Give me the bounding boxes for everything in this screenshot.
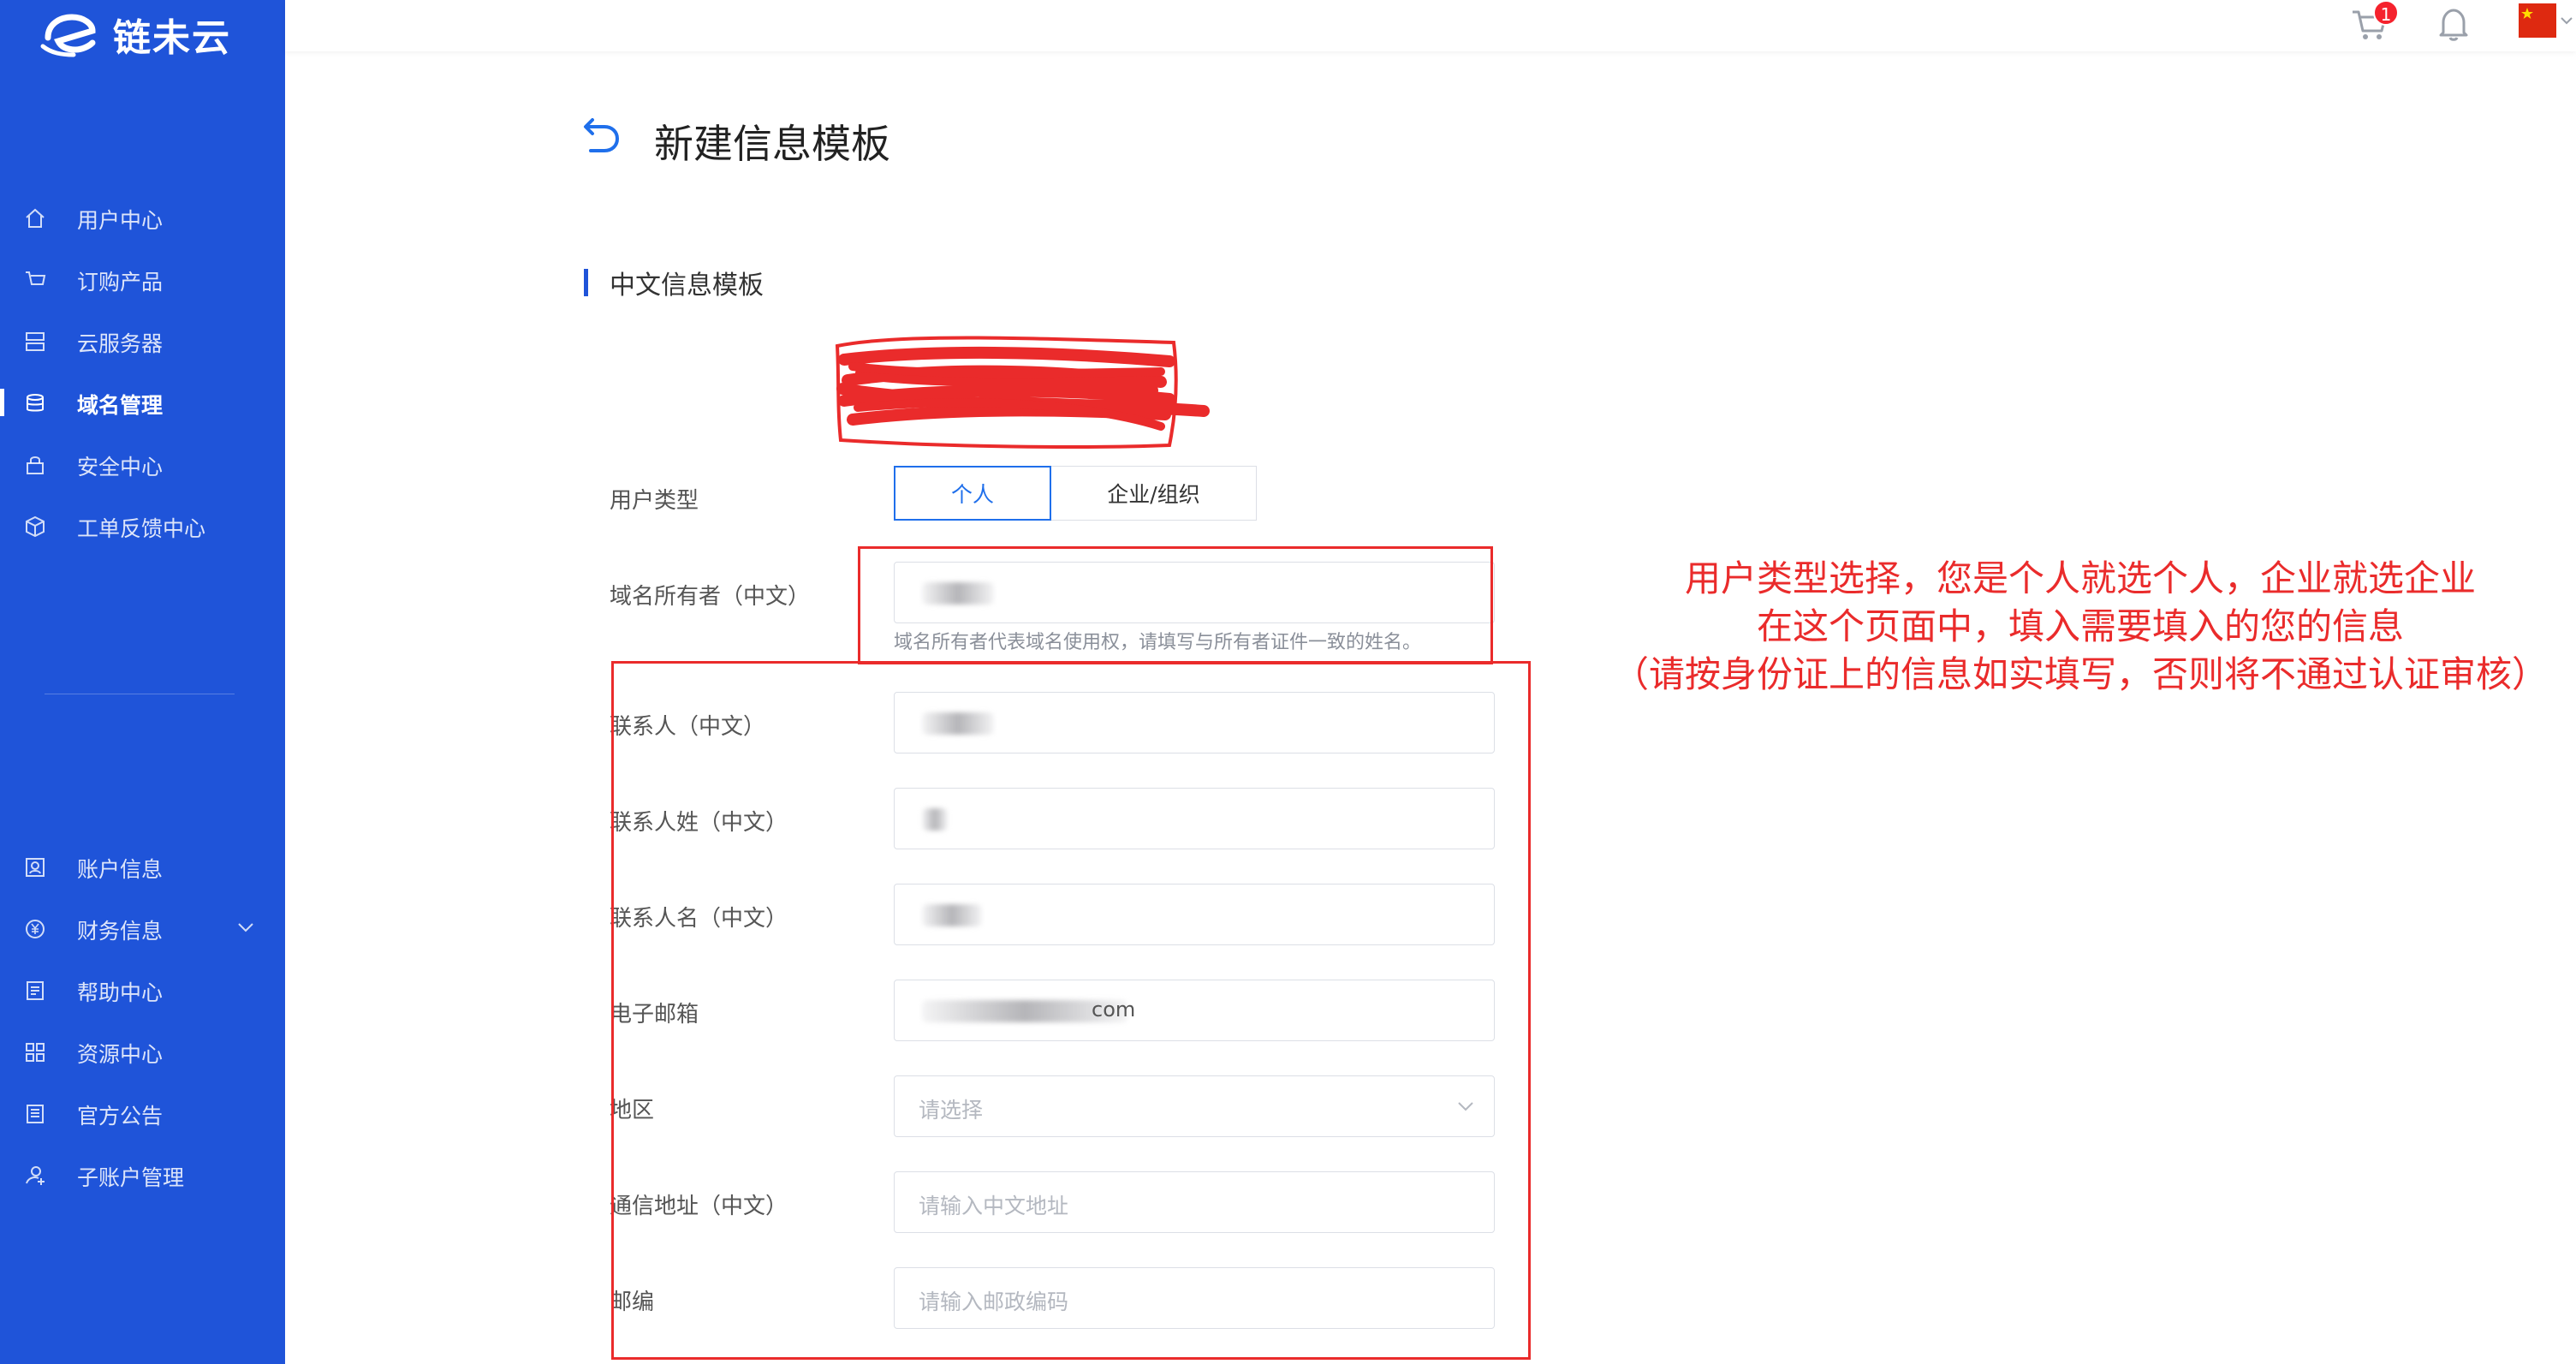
sidebar-item-account-info[interactable]: 账户信息 bbox=[0, 841, 285, 892]
user-type-label: 用户类型 bbox=[610, 488, 699, 514]
sidebar-item-user-center[interactable]: 用户中心 bbox=[0, 192, 285, 243]
active-indicator bbox=[0, 389, 4, 416]
database-icon bbox=[24, 392, 46, 414]
sidebar-item-label: 资源中心 bbox=[77, 1042, 164, 1067]
bell-icon[interactable] bbox=[2436, 5, 2471, 43]
grid-icon bbox=[24, 1041, 46, 1063]
annotation-line: 在这个页面中，填入需要填入的您的信息 bbox=[1756, 605, 2404, 647]
top-bar bbox=[285, 0, 2576, 51]
sidebar-item-label: 财务信息 bbox=[77, 919, 164, 944]
home-icon bbox=[24, 207, 46, 229]
annotation-line: （请按身份证上的信息如实填写，否则将不通过认证审核） bbox=[1612, 653, 2548, 695]
section-title: 中文信息模板 bbox=[610, 271, 764, 301]
document-icon bbox=[24, 980, 46, 1002]
sidebar-item-label: 帮助中心 bbox=[77, 980, 164, 1005]
sidebar-item-domain-management[interactable]: 域名管理 bbox=[0, 377, 285, 428]
logo-mark-icon bbox=[40, 14, 96, 57]
brand-name: 链未云 bbox=[113, 16, 231, 60]
instruction-annotation: 用户类型选择，您是个人就选个人，企业就选企业 在这个页面中，填入需要填入的您的信… bbox=[1609, 555, 2551, 699]
sidebar-item-finance-info[interactable]: 财务信息 bbox=[0, 902, 285, 954]
user-type-personal-option[interactable]: 个人 bbox=[894, 466, 1051, 521]
page-title: 新建信息模板 bbox=[654, 121, 890, 167]
sidebar-item-label: 工单反馈中心 bbox=[77, 516, 206, 541]
yuan-icon bbox=[24, 918, 46, 940]
server-icon bbox=[24, 331, 46, 353]
sidebar-item-help-center[interactable]: 帮助中心 bbox=[0, 964, 285, 1016]
sidebar-item-label: 安全中心 bbox=[77, 455, 164, 479]
sidebar-item-label: 订购产品 bbox=[77, 270, 164, 295]
sidebar-item-label: 用户中心 bbox=[77, 208, 164, 233]
sidebar-item-resource-center[interactable]: 资源中心 bbox=[0, 1026, 285, 1077]
sidebar-item-label: 子账户管理 bbox=[77, 1165, 185, 1190]
owner-label: 域名所有者（中文） bbox=[610, 584, 811, 610]
sub-account-icon bbox=[24, 1164, 46, 1187]
section-indicator bbox=[584, 269, 588, 296]
sidebar-item-label: 账户信息 bbox=[77, 857, 164, 882]
cart-count-badge: 1 bbox=[2373, 0, 2399, 26]
cube-icon bbox=[24, 515, 46, 538]
sidebar-item-label: 域名管理 bbox=[77, 393, 164, 418]
notice-icon bbox=[24, 1103, 46, 1125]
sidebar-item-ticket-center[interactable]: 工单反馈中心 bbox=[0, 500, 285, 551]
sidebar-item-official-notice[interactable]: 官方公告 bbox=[0, 1087, 285, 1139]
sidebar-item-label: 云服务器 bbox=[77, 331, 164, 356]
user-type-selector: 个人 企业/组织 bbox=[894, 466, 1257, 521]
sidebar: 链未云 用户中心 订购产品 云服务器 域名管理 安全中心 工单反馈中心 账户信息… bbox=[0, 0, 285, 1364]
sidebar-item-sub-account[interactable]: 子账户管理 bbox=[0, 1149, 285, 1200]
annotation-line: 用户类型选择，您是个人就选个人，企业就选企业 bbox=[1684, 557, 2476, 599]
cart-icon bbox=[24, 269, 46, 291]
lock-icon bbox=[24, 454, 46, 476]
china-flag-icon[interactable] bbox=[2519, 3, 2556, 38]
sidebar-item-security-center[interactable]: 安全中心 bbox=[0, 438, 285, 490]
chevron-down-icon[interactable] bbox=[236, 921, 255, 933]
brand-logo[interactable]: 链未云 bbox=[36, 7, 231, 62]
user-card-icon bbox=[24, 856, 46, 879]
user-type-enterprise-option[interactable]: 企业/组织 bbox=[1051, 466, 1257, 521]
redaction-scribble bbox=[835, 336, 1210, 449]
contact-fields-highlight-box bbox=[611, 661, 1531, 1360]
sidebar-item-cloud-server[interactable]: 云服务器 bbox=[0, 315, 285, 366]
sidebar-item-order-products[interactable]: 订购产品 bbox=[0, 253, 285, 305]
chevron-down-icon[interactable] bbox=[2560, 15, 2573, 26]
back-arrow-icon[interactable] bbox=[580, 115, 623, 158]
sidebar-item-label: 官方公告 bbox=[77, 1104, 164, 1129]
owner-highlight-box bbox=[858, 546, 1493, 664]
